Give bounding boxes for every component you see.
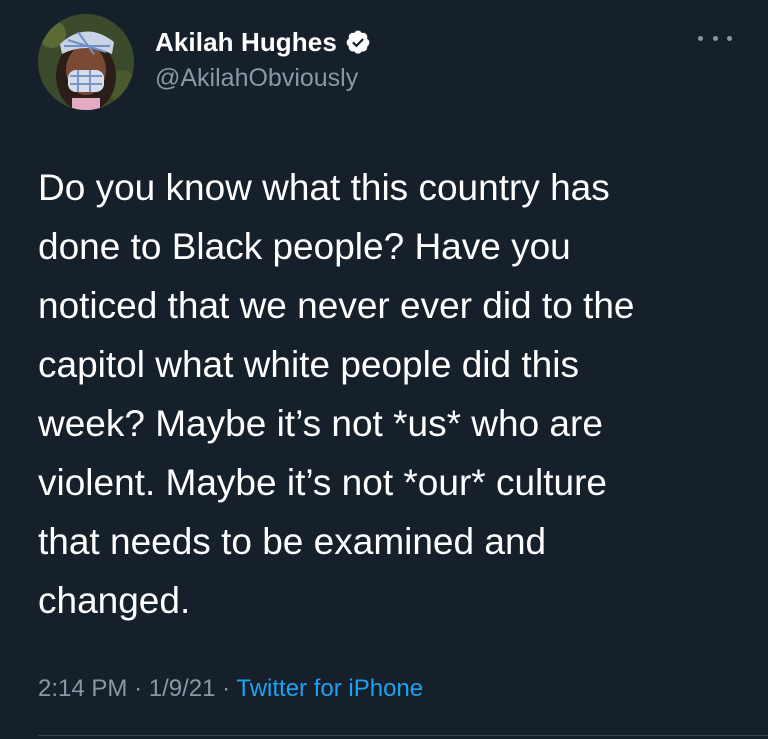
tweet-source-link[interactable]: Twitter for iPhone (236, 675, 423, 702)
more-dot (698, 35, 703, 41)
tweet-meta: 2:14 PM · 1/9/21 · Twitter for iPhone (38, 675, 423, 703)
avatar[interactable] (38, 14, 134, 110)
more-dot (712, 35, 718, 41)
display-name[interactable]: Akilah Hughes (155, 27, 337, 58)
meta-separator: · (134, 675, 143, 702)
display-name-row: Akilah Hughes (155, 26, 371, 58)
tweet-date[interactable]: 1/9/21 (149, 675, 216, 702)
meta-separator: · (222, 675, 231, 702)
tweet-card: Akilah Hughes @AkilahObviously Do you kn… (0, 0, 768, 739)
handle[interactable]: @AkilahObviously (155, 64, 371, 93)
avatar-image (38, 14, 134, 110)
tweet-header: Akilah Hughes @AkilahObviously (38, 14, 738, 114)
verified-badge-icon (346, 30, 370, 54)
more-dot (727, 35, 732, 41)
divider (38, 735, 768, 736)
author-info: Akilah Hughes @AkilahObviously (155, 26, 371, 93)
more-options-icon[interactable] (698, 30, 732, 46)
tweet-text: Do you know what this country has done t… (38, 167, 635, 621)
tweet-time[interactable]: 2:14 PM (38, 675, 127, 702)
